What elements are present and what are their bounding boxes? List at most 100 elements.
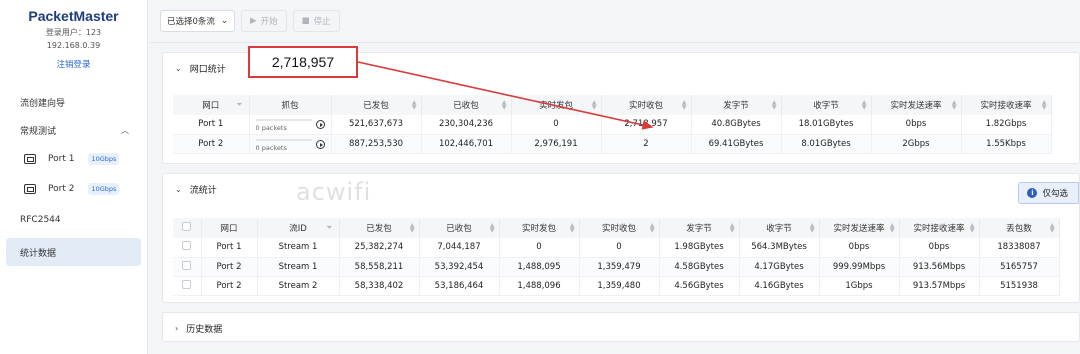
watermark: acwifi [296, 178, 372, 206]
chevron-down-icon: ⌄ [175, 184, 182, 194]
table-row[interactable]: Port 1 Stream 1 25,382,274 7,044,187 0 0… [173, 238, 1060, 258]
stream-selector[interactable]: 已选择0条流 ⌄ [160, 10, 236, 32]
column-header[interactable]: 实时接收速率 ▲ ▼ [899, 218, 980, 238]
filter-icon: ⏷ [236, 100, 243, 109]
capture-play-icon[interactable] [315, 139, 325, 149]
sort-icon: ▲ ▼ [771, 99, 777, 111]
column-header: 网口 [201, 218, 258, 238]
column-header[interactable]: 实时发送速率 ▲ ▼ [871, 95, 962, 115]
table-row[interactable]: Port 2 Stream 2 58,338,402 53,186,464 1,… [173, 276, 1060, 296]
row-checkbox[interactable] [173, 257, 202, 277]
sort-icon: ▲ ▼ [951, 99, 957, 111]
sidebar-item-label: 流创建向导 [20, 98, 66, 109]
capture-play-icon[interactable] [315, 120, 325, 129]
device-ip: 192.168.0.39 [46, 41, 101, 50]
only-checked-toggle[interactable]: i 仅勾选 [1018, 182, 1079, 204]
column-header[interactable]: 已发包 ▲ ▼ [331, 95, 422, 115]
sort-icon: ▲ ▼ [809, 222, 815, 234]
column-header[interactable]: 实时发送速率 ▲ ▼ [819, 218, 900, 238]
column-header[interactable]: 已发包 ▲ ▼ [339, 218, 420, 238]
cell-tx-packets: 58,558,211 [339, 257, 420, 277]
sort-icon: ▲ ▼ [681, 99, 687, 111]
cell-lost: 5165757 [979, 257, 1060, 277]
cell-rx-bytes: 18.01GBytes [781, 115, 872, 135]
row-checkbox[interactable] [173, 276, 202, 296]
cell-stream-id: Stream 1 [257, 238, 340, 258]
cell-rt-rx: 2,718,957 [601, 115, 692, 135]
start-button-label: 开始 [260, 17, 278, 27]
cell-rx-packets: 53,186,464 [419, 276, 500, 296]
speed-badge: 10Gbps [88, 153, 120, 165]
column-header[interactable]: 已收包 ▲ ▼ [419, 218, 500, 238]
only-checked-label: 仅勾选 [1042, 189, 1068, 199]
table-row[interactable]: Port 2 Stream 1 58,558,211 53,392,454 1,… [173, 257, 1060, 277]
sidebar-item-label: Port 1 [48, 154, 75, 164]
stop-button[interactable]: ■ 停止 [292, 10, 340, 32]
cell-rt-tx: 1,488,095 [499, 257, 580, 277]
cell-rx-bytes: 564.3MBytes [739, 238, 820, 258]
history-panel[interactable]: › 历史数据 [162, 312, 1080, 342]
cell-rx-rate: 913.56Mbps [899, 257, 980, 277]
annotation-callout: 2,718,957 [248, 46, 358, 78]
column-header[interactable]: 实时收包 ▲ ▼ [601, 95, 692, 115]
column-header[interactable]: 收字节 ▲ ▼ [739, 218, 820, 238]
capture-cell: 0 packets [249, 115, 332, 135]
column-header[interactable]: 丢包数 ▲ ▼ [979, 218, 1060, 238]
column-header[interactable]: 流ID ⏷ [257, 218, 340, 238]
cell-rx-packets: 7,044,187 [419, 238, 500, 258]
history-header[interactable]: › 历史数据 [163, 313, 1079, 343]
cell-tx-rate: 2Gbps [871, 134, 962, 154]
cell-lost: 5151938 [979, 276, 1060, 296]
logout-link[interactable]: 注销登录 [0, 58, 147, 70]
sidebar-item-statistics[interactable]: 统计数据 [6, 238, 141, 266]
ethernet-port-icon [24, 184, 36, 194]
stop-icon: ■ [301, 16, 310, 26]
sidebar-item-port-2[interactable]: Port 2 10Gbps [0, 174, 147, 204]
cell-rt-tx: 1,488,096 [499, 276, 580, 296]
column-header[interactable]: 网口 ⏷ [173, 95, 250, 115]
sort-icon: ▲ ▼ [591, 99, 597, 111]
table-row[interactable]: Port 1 0 packets 521,637,673 230,304,236… [173, 115, 1052, 135]
sort-icon: ▲ ▼ [501, 99, 507, 111]
table-header-row: 网口 ⏷ 抓包 已发包 ▲ ▼ 已收包 ▲ ▼ 实时发包 ▲ ▼ 实时收包 ▲ ▼ 发字节 ▲ ▼ 收… [173, 95, 1052, 115]
column-header[interactable]: 实时发包 ▲ ▼ [499, 218, 580, 238]
sidebar-item-rfc2544[interactable]: RFC2544 [0, 206, 147, 234]
select-all-checkbox[interactable] [173, 218, 202, 238]
column-header[interactable]: 实时收包 ▲ ▼ [579, 218, 660, 238]
cell-rt-tx: 2,976,191 [511, 134, 602, 154]
column-header[interactable]: 实时接收速率 ▲ ▼ [961, 95, 1052, 115]
cell-rx-packets: 230,304,236 [421, 115, 512, 135]
sidebar-item-port-1[interactable]: Port 1 10Gbps [0, 144, 147, 174]
cell-rx-packets: 53,392,454 [419, 257, 500, 277]
cell-tx-bytes: 4.56GBytes [659, 276, 740, 296]
cell-port: Port 1 [201, 238, 258, 258]
brand-block: PacketMaster 登录用户：123 192.168.0.39 注销登录 [0, 0, 147, 70]
cell-rt-rx: 2 [601, 134, 692, 154]
panel-title: 历史数据 [186, 324, 223, 335]
port-stats-table: 网口 ⏷ 抓包 已发包 ▲ ▼ 已收包 ▲ ▼ 实时发包 ▲ ▼ 实时收包 ▲ ▼ 发字节 ▲ ▼ 收… [173, 95, 1052, 154]
column-header[interactable]: 已收包 ▲ ▼ [421, 95, 512, 115]
app-window: PacketMaster 登录用户：123 192.168.0.39 注销登录 … [0, 0, 1080, 354]
sort-icon: ▲ ▼ [411, 99, 417, 111]
cell-rx-rate: 1.82Gbps [961, 115, 1052, 135]
cell-rx-rate: 0bps [899, 238, 980, 258]
cell-rt-rx: 0 [579, 238, 660, 258]
cell-port: Port 1 [173, 115, 250, 135]
sidebar-item-label: 统计数据 [20, 248, 57, 259]
table-row[interactable]: Port 2 0 packets 887,253,530 102,446,701… [173, 134, 1052, 154]
sidebar-item-wizard[interactable]: 流创建向导 [0, 88, 147, 116]
cell-rt-tx: 0 [499, 238, 580, 258]
chevron-right-icon: › [175, 323, 179, 333]
sidebar-item-general-test[interactable]: 常规测试 ︿ [0, 116, 147, 144]
sort-icon: ▲ ▼ [489, 222, 495, 234]
column-header[interactable]: 发字节 ▲ ▼ [691, 95, 782, 115]
cell-stream-id: Stream 1 [257, 257, 340, 277]
cell-rx-bytes: 8.01GBytes [781, 134, 872, 154]
start-button[interactable]: ▶ 开始 [241, 10, 287, 32]
column-header[interactable]: 实时发包 ▲ ▼ [511, 95, 602, 115]
column-header[interactable]: 发字节 ▲ ▼ [659, 218, 740, 238]
column-header[interactable]: 收字节 ▲ ▼ [781, 95, 872, 115]
speed-badge: 10Gbps [88, 183, 120, 195]
row-checkbox[interactable] [173, 238, 202, 258]
chevron-up-icon: ︿ [121, 126, 129, 135]
